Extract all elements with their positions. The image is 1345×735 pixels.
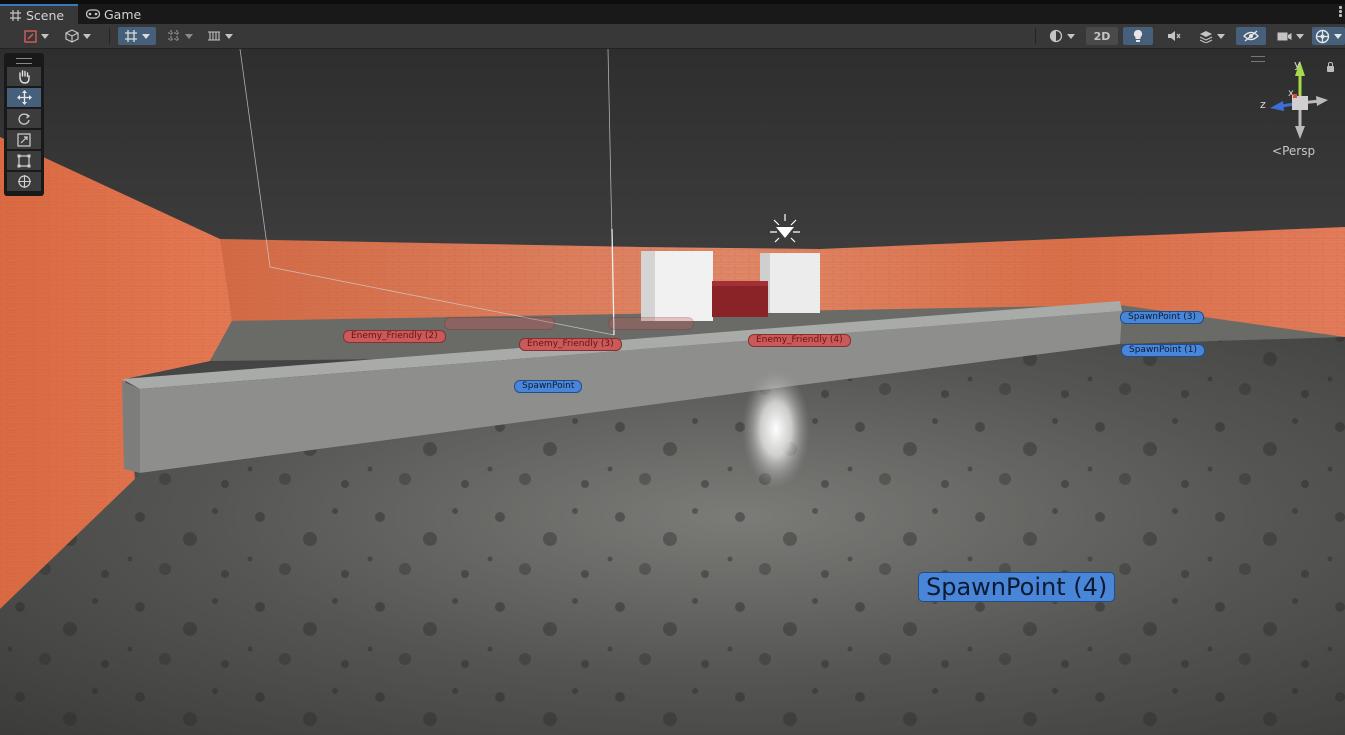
rect-transform-icon (17, 154, 31, 167)
move-arrows-icon (16, 90, 32, 105)
tab-game-label: Game (104, 6, 142, 22)
title-strip (0, 0, 1345, 4)
spawn-point-label[interactable]: SpawnPoint (3) (1120, 311, 1204, 324)
audio-toggle[interactable] (1159, 27, 1189, 45)
transform-tool-button[interactable] (7, 172, 41, 191)
camera-settings-dropdown[interactable] (1272, 27, 1308, 45)
toolbar-divider (109, 28, 110, 44)
grid-icon (8, 8, 22, 22)
enemy-friendly-label[interactable]: Enemy_Friendly (2) (343, 330, 446, 343)
enemy-friendly-ghost-label[interactable] (444, 317, 555, 330)
rotate-tool-button[interactable] (7, 109, 41, 128)
shading-sphere-icon (1049, 29, 1063, 43)
cube-icon (65, 29, 79, 43)
lightbulb-icon (1133, 29, 1143, 42)
kebab-menu-icon[interactable] (1339, 6, 1343, 18)
axis-x-label: x (1288, 88, 1294, 99)
projection-toggle[interactable]: <Persp (1272, 144, 1315, 158)
2d-mode-toggle[interactable]: 2D (1086, 27, 1118, 45)
shading-mode-dropdown[interactable] (1043, 27, 1081, 45)
gizmos-dropdown[interactable] (1312, 27, 1345, 45)
tab-scene-label: Scene (26, 7, 65, 23)
axis-z-label: z (1260, 98, 1266, 111)
hand-tool-button[interactable] (7, 67, 41, 86)
scale-icon (17, 132, 31, 147)
toolbar-divider (1035, 28, 1036, 44)
scene-render (0, 49, 1345, 735)
layers-icon (1199, 30, 1213, 43)
tab-bar: Scene Game (0, 0, 1345, 24)
muted-speaker-icon (1168, 31, 1181, 41)
spawn-point-label[interactable]: SpawnPoint (1) (1121, 344, 1205, 357)
hidden-objects-toggle[interactable] (1236, 27, 1266, 45)
hand-icon (19, 70, 30, 84)
spawn-point-label[interactable]: SpawnPoint (514, 380, 583, 393)
grid-snap-icon (125, 30, 137, 42)
scene-toolbar: 2D (0, 24, 1345, 49)
enemy-friendly-ghost-label[interactable] (608, 317, 694, 330)
gizmo-globe-icon (1315, 29, 1330, 43)
spawn-point-large-label[interactable]: SpawnPoint (4) (918, 572, 1116, 602)
render-mode-dropdown[interactable] (60, 27, 96, 45)
scale-tool-button[interactable] (7, 130, 41, 149)
incremental-snap-dropdown[interactable] (162, 27, 198, 45)
enemy-friendly-label[interactable]: Enemy_Friendly (4) (748, 334, 851, 347)
grid-visibility-dropdown[interactable] (202, 27, 238, 45)
rect-tool-button[interactable] (7, 151, 41, 170)
eye-hidden-icon (1243, 30, 1259, 42)
gamepad-icon (86, 7, 100, 21)
projection-label: Persp (1282, 144, 1316, 158)
move-tool-button[interactable] (7, 88, 41, 107)
transform-all-icon (17, 175, 31, 188)
enemy-friendly-label[interactable]: Enemy_Friendly (3) (519, 338, 622, 351)
tab-game[interactable]: Game (78, 4, 148, 24)
2d-mode-label: 2D (1093, 29, 1111, 43)
rotate-icon (18, 112, 31, 125)
tab-scene[interactable]: Scene (0, 4, 78, 24)
perspective-chevron-icon: < (1272, 144, 1283, 158)
scene-lighting-toggle[interactable] (1123, 27, 1153, 45)
drag-handle-icon[interactable] (16, 58, 32, 64)
axis-y-label: y (1294, 58, 1301, 71)
draw-mode-icon (23, 29, 37, 43)
scene-viewport[interactable]: Enemy_Friendly (2) Enemy_Friendly (3) En… (0, 49, 1345, 735)
grid-snap-toggle[interactable] (118, 27, 156, 45)
tools-overlay (4, 53, 44, 196)
snap-increment-icon (168, 30, 180, 42)
ruler-grid-icon (208, 31, 220, 41)
effects-dropdown[interactable] (1193, 27, 1231, 45)
camera-icon (1277, 32, 1291, 40)
draw-mode-dropdown[interactable] (18, 27, 54, 45)
